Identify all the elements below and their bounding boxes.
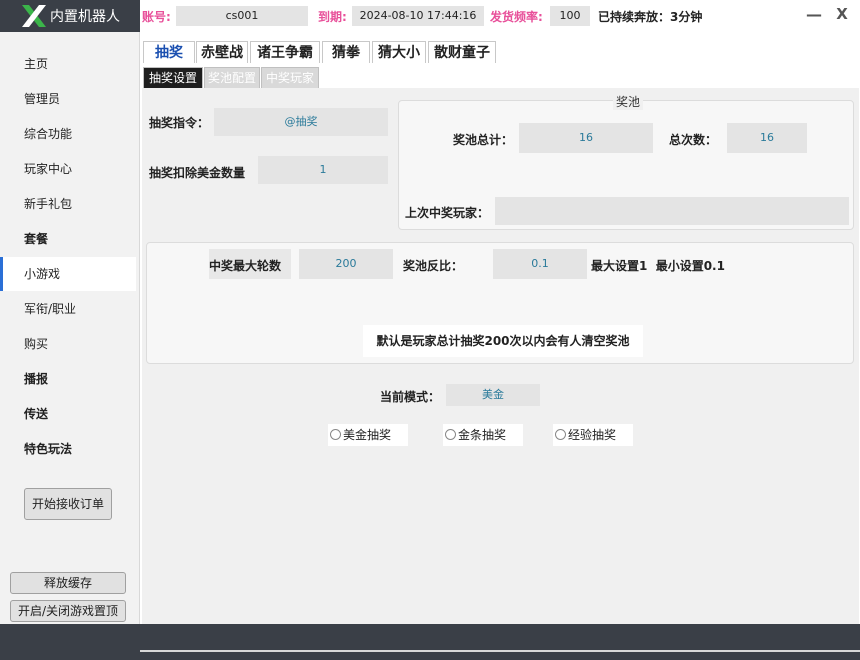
rounds-group: 中奖最大轮数 200 奖池反比： 0.1 最大设置1 最小设置0.1 默认是玩家… [146, 242, 854, 364]
sidebar-item-player-center[interactable]: 玩家中心 [0, 152, 136, 186]
pool-total-field[interactable]: 16 [519, 123, 653, 153]
radio-label: 经验抽奖 [568, 428, 617, 442]
app-name: 内置机器人 [50, 9, 120, 25]
pool-total-label: 奖池总计： [453, 133, 514, 147]
sidebar-item-purchase[interactable]: 购买 [0, 327, 136, 361]
release-cache-button[interactable]: 释放缓存 [10, 572, 126, 594]
deduct-input[interactable]: 1 [258, 156, 388, 184]
subtab-pool-config[interactable]: 奖池配置 [204, 67, 260, 89]
tab-big-small[interactable]: 猜大小 [372, 41, 426, 63]
radio-label: 金条抽奖 [458, 428, 507, 442]
command-input[interactable]: @抽奖 [214, 108, 388, 136]
sidebar-item-broadcast[interactable]: 播报 [0, 362, 136, 396]
subtab-winners[interactable]: 中奖玩家 [261, 67, 319, 89]
expiry-label: 到期: [318, 10, 347, 24]
sidebar: 主页 管理员 综合功能 玩家中心 新手礼包 套餐 小游戏 军衔/职业 购买 播报… [0, 32, 140, 624]
radio-exp-lottery[interactable]: 经验抽奖 [553, 424, 633, 446]
tab-lottery[interactable]: 抽奖 [143, 41, 195, 63]
sidebar-item-general[interactable]: 综合功能 [0, 117, 136, 151]
app-logo: 内置机器人 [0, 0, 140, 32]
tab-rock-paper-scissors[interactable]: 猜拳 [322, 41, 370, 63]
pool-count-field[interactable]: 16 [727, 123, 807, 153]
toggle-topmost-button[interactable]: 开启/关闭游戏置顶 [10, 600, 126, 622]
sidebar-item-package[interactable]: 套餐 [0, 222, 136, 256]
radio-circle-icon [330, 429, 341, 440]
tab-kings-contest[interactable]: 诸王争霸 [250, 41, 320, 63]
sidebar-item-rank-class[interactable]: 军衔/职业 [0, 292, 136, 326]
title-bar: 内置机器人 账号: cs001 到期: 2024-08-10 17:44:16 … [0, 0, 860, 32]
pool-ratio-input[interactable]: 0.1 [493, 249, 587, 279]
sidebar-item-admin[interactable]: 管理员 [0, 82, 136, 116]
command-label: 抽奖指令： [149, 116, 210, 130]
sidebar-item-special[interactable]: 特色玩法 [0, 432, 136, 466]
account-label: 账号: [142, 10, 171, 24]
rounds-note: 默认是玩家总计抽奖200次以内会有人清空奖池 [363, 325, 643, 357]
last-winner-label: 上次中奖玩家： [405, 206, 490, 220]
pool-ratio-label: 奖池反比： [403, 259, 464, 273]
lottery-settings-panel: 抽奖指令： @抽奖 抽奖扣除美金数量 1 奖池 奖池总计： 16 总次数： 16… [142, 88, 859, 624]
uptime-text: 已持续奔放：3分钟 [598, 10, 703, 24]
mode-field[interactable]: 美金 [446, 384, 540, 406]
account-field[interactable]: cs001 [176, 6, 308, 26]
mode-label: 当前模式： [380, 390, 441, 404]
last-winner-field[interactable] [495, 197, 849, 225]
status-divider [140, 650, 860, 652]
radio-circle-icon [445, 429, 456, 440]
subtab-lottery-settings[interactable]: 抽奖设置 [143, 67, 203, 89]
sidebar-item-newbie-gift[interactable]: 新手礼包 [0, 187, 136, 221]
expiry-field[interactable]: 2024-08-10 17:44:16 [352, 6, 484, 26]
freq-label: 发货频率: [490, 10, 543, 24]
start-orders-button[interactable]: 开始接收订单 [24, 488, 112, 520]
radio-gold-lottery[interactable]: 金条抽奖 [443, 424, 523, 446]
radio-label: 美金抽奖 [343, 428, 392, 442]
sidebar-footer [0, 624, 140, 660]
radio-circle-icon [555, 429, 566, 440]
freq-field[interactable]: 100 [550, 6, 590, 26]
status-strip [140, 624, 860, 660]
pool-count-label: 总次数： [669, 133, 718, 147]
radio-usd-lottery[interactable]: 美金抽奖 [328, 424, 408, 446]
max-rounds-input[interactable]: 200 [299, 249, 393, 279]
logo-x-icon [22, 5, 46, 27]
max-rounds-label: 中奖最大轮数 [209, 259, 282, 273]
tab-wealth-boy[interactable]: 散财童子 [428, 41, 496, 63]
sidebar-item-home[interactable]: 主页 [0, 47, 136, 81]
sidebar-item-minigame[interactable]: 小游戏 [0, 257, 136, 291]
tab-chibi-war[interactable]: 赤壁战 [196, 41, 248, 63]
pool-group-title: 奖池 [613, 93, 644, 110]
deduct-label: 抽奖扣除美金数量 [149, 166, 246, 180]
ratio-limits-text: 最大设置1 最小设置0.1 [591, 259, 725, 273]
sidebar-item-teleport[interactable]: 传送 [0, 397, 136, 431]
pool-group: 奖池 奖池总计： 16 总次数： 16 上次中奖玩家： [398, 93, 854, 230]
close-button[interactable]: X [835, 5, 849, 25]
minimize-button[interactable]: — [806, 5, 822, 25]
